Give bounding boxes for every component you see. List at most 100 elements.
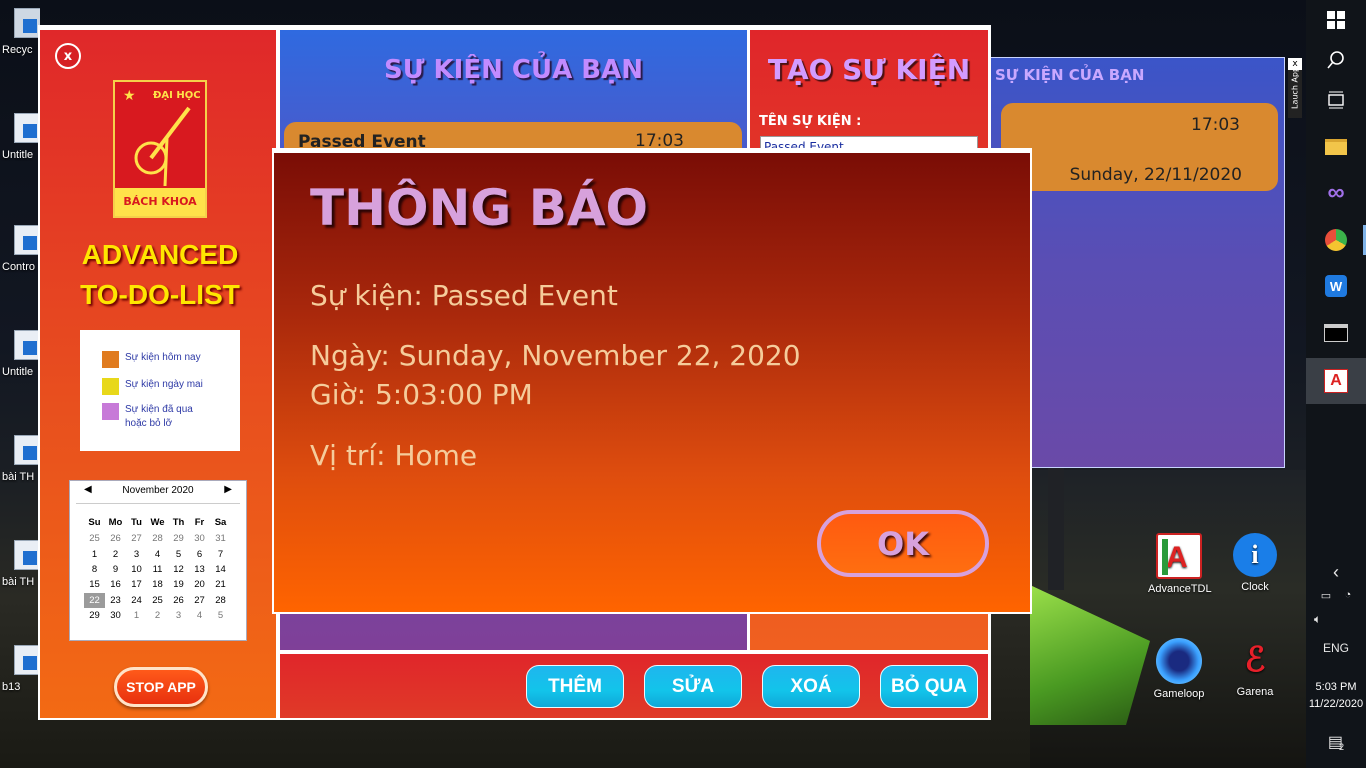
language-indicator[interactable]: ENG — [1306, 630, 1366, 666]
calendar-day[interactable]: 30 — [105, 608, 126, 623]
events-title: SỰ KIỆN CỦA BẠN — [384, 55, 643, 85]
launch-close-button[interactable]: x — [1288, 58, 1302, 70]
event-name-label: TÊN SỰ KIỆN : — [759, 114, 862, 129]
taskbar-wps[interactable]: W — [1306, 266, 1366, 306]
dialog-location: Vị trí: Home — [310, 439, 478, 472]
calendar-day[interactable]: 25 — [84, 531, 105, 546]
calendar-day[interactable]: 6 — [189, 546, 210, 561]
calendar-day[interactable]: 10 — [126, 562, 147, 577]
skip-button[interactable]: BỎ QUA — [880, 665, 978, 708]
calendar-day[interactable]: 5 — [168, 546, 189, 561]
calendar-day[interactable]: 28 — [210, 593, 231, 608]
desktop-icon-garena[interactable]: ℰ Garena — [1226, 638, 1284, 698]
file-icon — [14, 330, 40, 360]
calendar-day[interactable]: 29 — [84, 608, 105, 623]
desktop-icon-clock[interactable]: i Clock — [1226, 533, 1284, 593]
desktop-icon-untitled-1[interactable]: Untitle — [0, 113, 40, 161]
calendar-day[interactable]: 23 — [105, 593, 126, 608]
task-view-button[interactable] — [1306, 80, 1366, 120]
calendar-day[interactable]: 7 — [210, 546, 231, 561]
notification-count: 2 — [1339, 742, 1345, 752]
calendar-day[interactable]: 15 — [84, 577, 105, 592]
control-panel-icon — [14, 225, 40, 255]
calendar-day[interactable]: 1 — [126, 608, 147, 623]
calendar-day[interactable]: 28 — [147, 531, 168, 546]
calendar-day[interactable]: 25 — [147, 593, 168, 608]
desktop-icon-baith-2[interactable]: bài TH — [0, 540, 40, 588]
calendar-day[interactable]: 26 — [168, 593, 189, 608]
taskbar-explorer[interactable] — [1306, 127, 1366, 167]
calendar-day[interactable]: 20 — [189, 577, 210, 592]
wps-icon: W — [1325, 275, 1347, 297]
tray-battery-network[interactable]: ▭ ◔ — [1306, 583, 1366, 607]
app-title: ADVANCED TO-DO-LIST — [80, 239, 240, 310]
calendar-day[interactable]: 17 — [126, 577, 147, 592]
calendar-day[interactable]: 4 — [189, 608, 210, 623]
ok-button[interactable]: OK — [817, 510, 989, 577]
logo-symbol-icon — [134, 106, 191, 187]
legend-swatch — [102, 351, 119, 368]
calendar-day[interactable]: 16 — [105, 577, 126, 592]
delete-button[interactable]: XOÁ — [762, 665, 860, 708]
calendar-day[interactable]: 13 — [189, 562, 210, 577]
close-button[interactable]: x — [55, 43, 81, 69]
file-icon — [14, 540, 40, 570]
tray-volume[interactable]: 🔈︎ — [1306, 607, 1366, 631]
search-button[interactable] — [1306, 40, 1366, 80]
desktop-icon-advancetdl[interactable]: A AdvanceTDL — [1148, 533, 1212, 595]
calendar-day[interactable]: 1 — [84, 546, 105, 561]
search-icon — [1327, 51, 1344, 69]
file-icon — [14, 435, 40, 465]
calendar-day[interactable]: 21 — [210, 577, 231, 592]
chevron-left-icon: ‹ — [1333, 561, 1339, 582]
calendar-day[interactable]: 27 — [126, 531, 147, 546]
start-button[interactable] — [1306, 0, 1366, 40]
calendar-day[interactable]: 5 — [210, 608, 231, 623]
month-calendar[interactable]: ◀ November 2020 ▶ Su Mo Tu We Th Fr Sa 2… — [69, 480, 247, 641]
calendar-day[interactable]: 2 — [105, 546, 126, 561]
desktop-icon-untitled-2[interactable]: Untitle — [0, 330, 40, 378]
windows-icon — [1327, 11, 1345, 29]
calendar-day[interactable]: 29 — [168, 531, 189, 546]
calendar-day[interactable]: 19 — [168, 577, 189, 592]
calendar-day[interactable]: 2 — [147, 608, 168, 623]
calendar-next-icon[interactable]: ▶ — [224, 484, 232, 495]
desktop-icon-gameloop[interactable]: Gameloop — [1148, 638, 1210, 700]
clock-icon: i — [1233, 533, 1277, 577]
taskbar-visual-studio[interactable]: ∞ — [1306, 173, 1366, 213]
calendar-day[interactable]: 12 — [168, 562, 189, 577]
clock[interactable]: 5:03 PM 11/22/2020 — [1306, 679, 1366, 713]
recycle-bin-icon — [14, 8, 40, 38]
desktop-icon-recycle[interactable]: Recyc — [0, 8, 40, 56]
calendar-day[interactable]: 26 — [105, 531, 126, 546]
calendar-day[interactable]: 24 — [126, 593, 147, 608]
calendar-day[interactable]: 3 — [168, 608, 189, 623]
bg-event-card[interactable]: 17:03 Sunday, 22/11/2020 — [1001, 103, 1278, 191]
legend-swatch — [102, 403, 119, 420]
action-center-button[interactable]: ▤ 2 — [1306, 722, 1366, 762]
add-button[interactable]: THÊM — [526, 665, 624, 708]
gameloop-icon — [1156, 638, 1202, 684]
bg-window-title: SỰ KIỆN CỦA BẠN — [995, 66, 1145, 84]
desktop-icon-b13[interactable]: b13 — [0, 645, 40, 693]
calendar-day[interactable]: 31 — [210, 531, 231, 546]
calendar-day[interactable]: 3 — [126, 546, 147, 561]
taskbar-app-green[interactable] — [1306, 220, 1366, 260]
desktop-icon-baith-1[interactable]: bài TH — [0, 435, 40, 483]
taskbar-advancetdl[interactable]: A — [1306, 358, 1366, 404]
calendar-day[interactable]: 8 — [84, 562, 105, 577]
calendar-day[interactable]: 18 — [147, 577, 168, 592]
stop-app-button[interactable]: STOP APP — [114, 667, 208, 707]
edit-button[interactable]: SỬA — [644, 665, 742, 708]
calendar-day[interactable]: 22 — [84, 592, 105, 608]
calendar-day[interactable]: 9 — [105, 562, 126, 577]
taskbar-terminal[interactable] — [1306, 313, 1366, 353]
calendar-day[interactable]: 30 — [189, 531, 210, 546]
calendar-day[interactable]: 14 — [210, 562, 231, 577]
battery-icon: ▭ — [1320, 589, 1332, 602]
calendar-day[interactable]: 11 — [147, 562, 168, 577]
calendar-day[interactable]: 4 — [147, 546, 168, 561]
calendar-day[interactable]: 27 — [189, 593, 210, 608]
advancetdl-icon: A — [1324, 369, 1348, 393]
desktop-icon-control[interactable]: Contro — [0, 225, 40, 273]
